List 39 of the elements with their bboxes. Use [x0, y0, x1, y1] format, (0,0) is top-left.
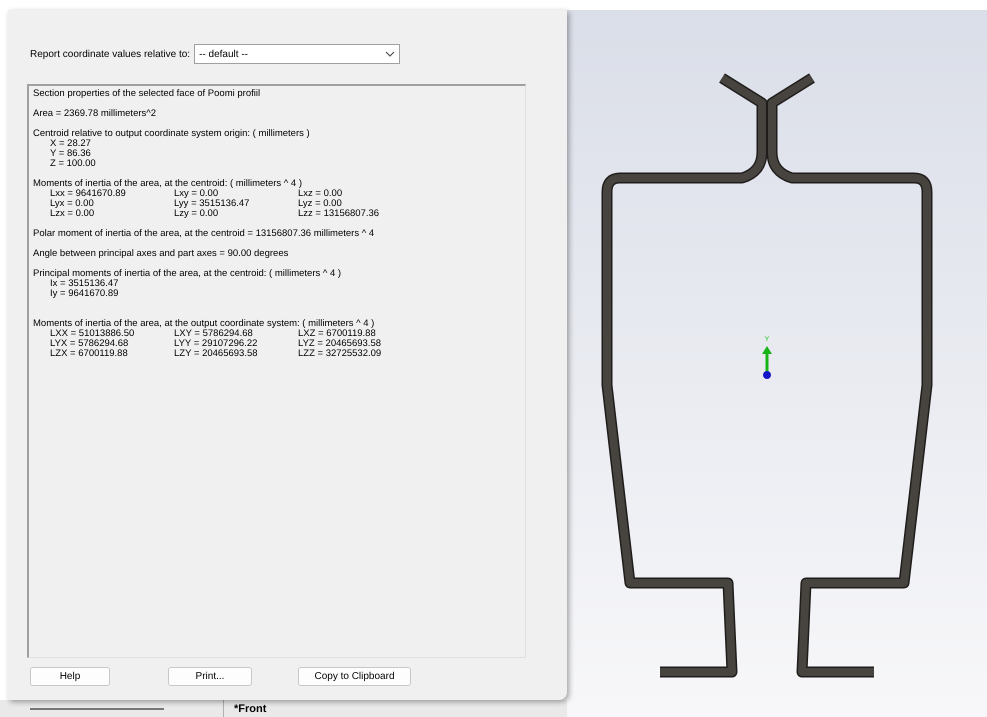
coordinate-dropdown[interactable]: -- default --	[194, 44, 400, 64]
report-value: Lxy = 0.00	[174, 189, 220, 199]
axis-triad-icon	[762, 346, 772, 380]
report-value: LXY = 5786294.68	[174, 329, 254, 339]
report-line: Polar moment of inertia of the area, at the centroid = 13156807.36 millimeters ^ 4	[33, 229, 376, 239]
report-line: Area = 2369.78 millimeters^2	[33, 109, 158, 119]
copy-button[interactable]: Copy to Clipboard	[298, 667, 411, 686]
report-line: Moments of inertia of the area, at the output coordinate system: ( millimeters ^ 4 )	[33, 319, 376, 329]
report-value: LXX = 51013886.50	[50, 329, 136, 339]
print-button[interactable]: Print...	[168, 667, 252, 686]
report-value: LZX = 6700119.88	[50, 349, 129, 359]
report-value: Lxz = 0.00	[298, 189, 344, 199]
help-button[interactable]: Help	[30, 667, 110, 686]
report-value: Lyz = 0.00	[298, 199, 343, 209]
report-value: Lzz = 13156807.36	[298, 209, 380, 219]
report-value: X = 28.27	[50, 139, 92, 149]
report-value: Lzy = 0.00	[174, 209, 220, 219]
report-value: LZY = 20465693.58	[174, 349, 259, 359]
report-value: Lyy = 3515136.47	[174, 199, 250, 209]
report-value: Lyx = 0.00	[50, 199, 95, 209]
report-line: Moments of inertia of the area, at the centroid: ( millimeters ^ 4 )	[33, 179, 303, 189]
report-value: Iy = 9641670.89	[50, 289, 120, 299]
chevron-down-icon	[385, 51, 396, 57]
report-value: LZZ = 32725532.09	[298, 349, 382, 359]
report-value: Y = 86.36	[50, 149, 92, 159]
report-value: LYZ = 20465693.58	[298, 339, 382, 349]
report-value: Lzx = 0.00	[50, 209, 96, 219]
report-value: LYY = 29107296.22	[174, 339, 258, 349]
view-name: *Front	[233, 702, 266, 717]
report-value: Ix = 3515136.47	[50, 279, 120, 289]
report-value: Z = 100.00	[50, 159, 97, 169]
report-line: Centroid relative to output coordinate system origin: ( millimeters )	[33, 129, 311, 139]
coordinate-label: Report coordinate values relative to:	[30, 48, 190, 62]
report-line: Section properties of the selected face of Poomi profiil	[33, 89, 262, 99]
report-value: LXZ = 6700119.88	[298, 329, 377, 339]
report-value: LYX = 5786294.68	[50, 339, 130, 349]
report-value: Lxx = 9641670.89	[50, 189, 127, 199]
report-line: Angle between principal axes and part axes = 90.00 degrees	[33, 249, 290, 259]
report-line: Principal moments of inertia of the area, at the centroid: ( millimeters ^ 4 )	[33, 269, 342, 279]
